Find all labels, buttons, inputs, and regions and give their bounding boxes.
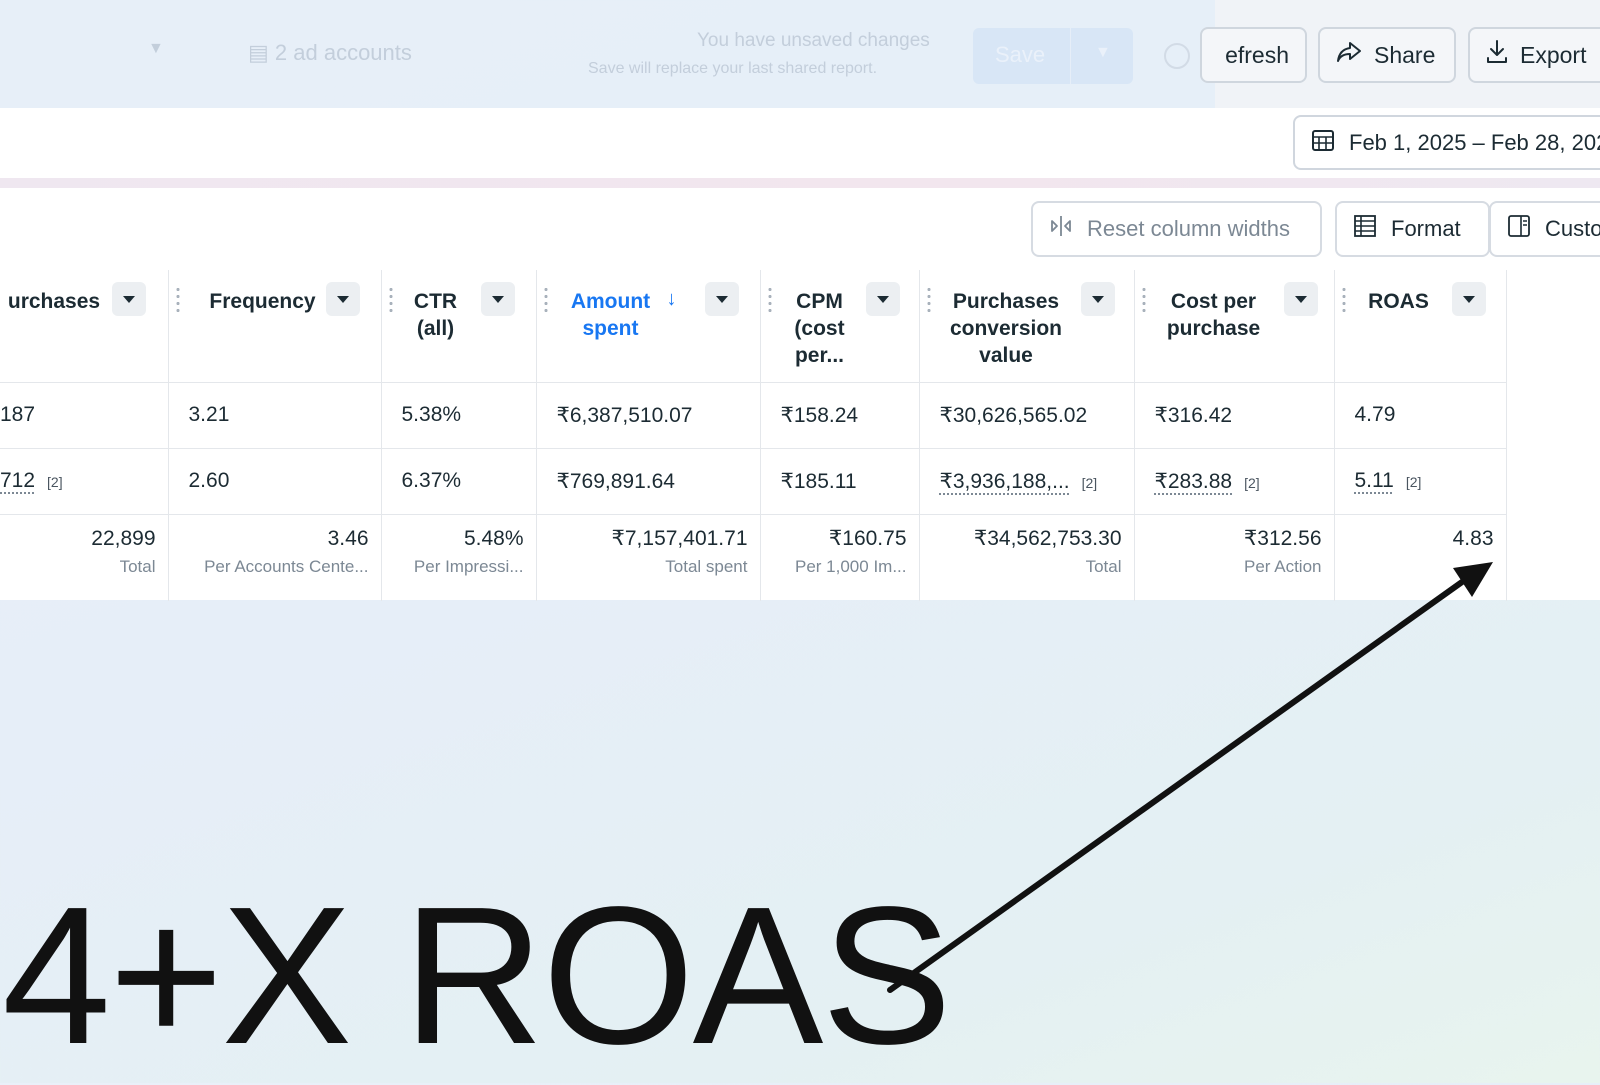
headline-text: 4+X ROAS bbox=[2, 866, 952, 1085]
arrow-head bbox=[1453, 562, 1493, 597]
arrow-shaft bbox=[887, 579, 1465, 993]
